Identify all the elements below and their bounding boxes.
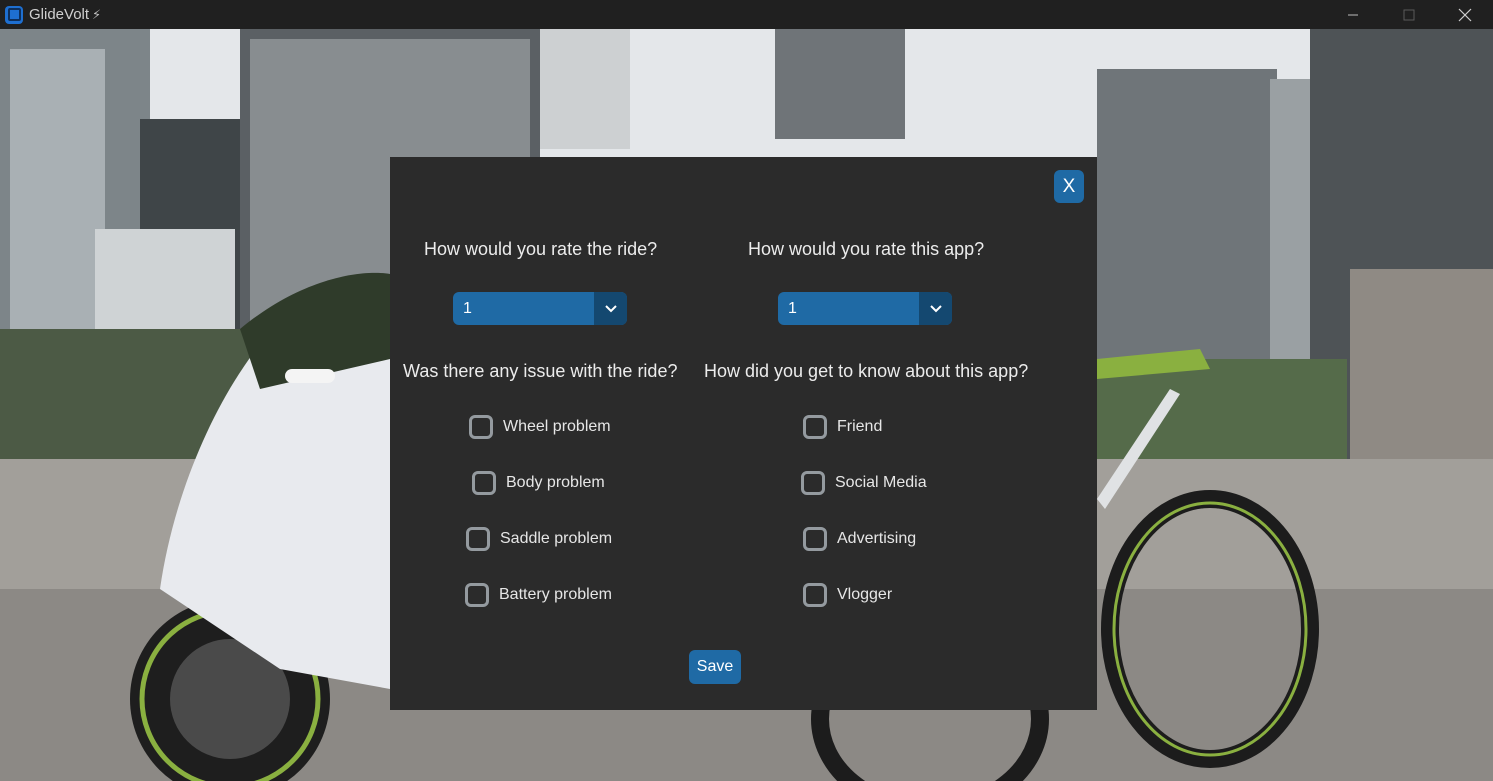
saddle-problem-checkbox[interactable]: Saddle problem <box>466 527 612 551</box>
minimize-icon <box>1348 14 1358 15</box>
window-close-icon <box>1458 8 1472 21</box>
discovery-question: How did you get to know about this app? <box>704 361 1029 381</box>
checkbox-label: Friend <box>837 418 883 435</box>
ride-rating-select[interactable]: 1 <box>453 292 627 325</box>
checkbox-box[interactable] <box>465 583 489 607</box>
feedback-dialog: X How would you rate the ride? How would… <box>390 157 1097 710</box>
checkbox-box[interactable] <box>803 415 827 439</box>
chevron-down-icon[interactable] <box>594 292 627 325</box>
checkbox-label: Saddle problem <box>500 530 613 547</box>
app-icon <box>5 5 23 24</box>
checkbox-label: Battery problem <box>499 586 612 603</box>
app-rating-select[interactable]: 1 <box>778 292 952 325</box>
window-close-button[interactable] <box>1437 0 1493 29</box>
vlogger-checkbox[interactable]: Vlogger <box>803 583 892 607</box>
window-title: GlideVolt <box>29 6 90 23</box>
friend-checkbox[interactable]: Friend <box>803 415 882 439</box>
body-problem-checkbox[interactable]: Body problem <box>472 471 605 495</box>
checkbox-box[interactable] <box>801 471 825 495</box>
title-bar: GlideVolt ⚡ <box>0 0 1493 29</box>
checkbox-label: Advertising <box>837 530 917 547</box>
social-media-checkbox[interactable]: Social Media <box>801 471 927 495</box>
checkbox-label: Body problem <box>506 474 605 491</box>
checkbox-box[interactable] <box>469 415 493 439</box>
checkbox-label: Vlogger <box>837 586 893 603</box>
checkbox-box[interactable] <box>803 583 827 607</box>
battery-problem-checkbox[interactable]: Battery problem <box>465 583 612 607</box>
background-photo: X How would you rate the ride? How would… <box>0 29 1493 781</box>
maximize-button[interactable] <box>1381 0 1437 29</box>
checkbox-box[interactable] <box>472 471 496 495</box>
dialog-close-button[interactable]: X <box>1054 170 1084 203</box>
checkbox-label: Wheel problem <box>503 418 611 435</box>
advertising-checkbox[interactable]: Advertising <box>803 527 916 551</box>
ride-rating-value: 1 <box>463 299 472 317</box>
app-rating-value: 1 <box>788 299 797 317</box>
maximize-icon <box>1403 9 1415 20</box>
ride-rating-question: How would you rate the ride? <box>424 239 658 259</box>
save-button[interactable]: Save <box>689 650 741 684</box>
checkbox-label: Social Media <box>835 474 927 491</box>
ride-issues-question: Was there any issue with the ride? <box>403 361 678 381</box>
chevron-down-icon[interactable] <box>919 292 952 325</box>
checkbox-box[interactable] <box>466 527 490 551</box>
minimize-button[interactable] <box>1325 0 1381 29</box>
wheel-problem-checkbox[interactable]: Wheel problem <box>469 415 611 439</box>
lightning-bolt-icon: ⚡ <box>92 6 102 22</box>
window-controls <box>1325 0 1493 29</box>
app-rating-question: How would you rate this app? <box>748 239 985 259</box>
checkbox-box[interactable] <box>803 527 827 551</box>
